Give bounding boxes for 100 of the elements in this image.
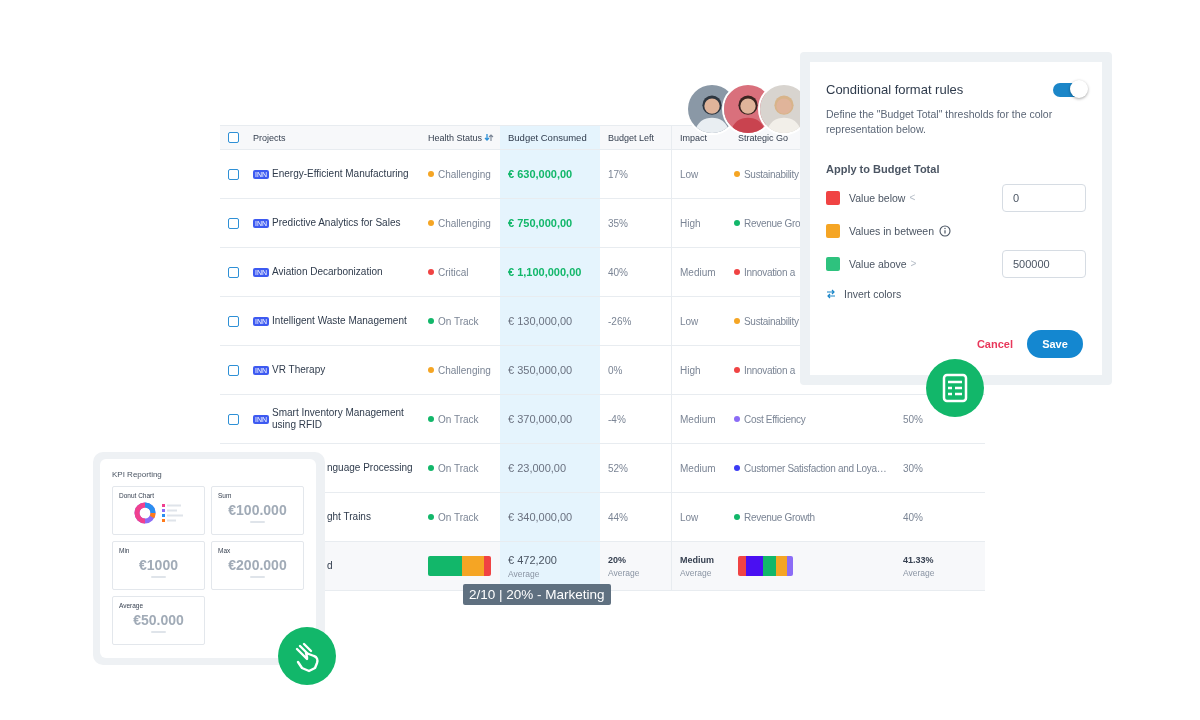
column-header[interactable]: Health Status bbox=[428, 132, 483, 143]
hand-pointer-icon[interactable] bbox=[278, 627, 336, 685]
color-swatch[interactable] bbox=[826, 190, 840, 205]
section-title: Apply to Budget Total bbox=[826, 163, 941, 175]
color-swatch[interactable] bbox=[826, 256, 840, 271]
summary-caption: Average bbox=[508, 568, 540, 579]
budget-left: -4% bbox=[608, 413, 626, 425]
donut-chart-icon bbox=[133, 502, 156, 524]
swap-icon[interactable] bbox=[826, 289, 836, 299]
status-text: On Track bbox=[438, 413, 479, 425]
checkbox[interactable] bbox=[228, 364, 239, 376]
legend-icon bbox=[161, 503, 184, 523]
impact-text: High bbox=[680, 364, 701, 376]
save-button[interactable]: Save bbox=[1027, 330, 1083, 358]
rule-label: Values in between bbox=[849, 224, 935, 237]
list-icon[interactable] bbox=[926, 359, 984, 417]
dialog-title: Conditional format rules bbox=[826, 82, 964, 97]
dialog-description: Define the "Budget Total" thresholds for the color representation below. bbox=[826, 107, 1054, 137]
goal-text: Innovation a bbox=[744, 364, 795, 376]
goal-text: Sustainability bbox=[744, 168, 799, 180]
goal-text: Sustainability bbox=[744, 315, 799, 327]
checkbox[interactable] bbox=[228, 266, 239, 278]
impact-text: Medium bbox=[680, 462, 716, 474]
operator-sign: < bbox=[909, 192, 916, 203]
project-name[interactable]: Energy-Efficient Manufacturing bbox=[272, 167, 409, 181]
project-name[interactable]: Predictive Analytics for Sales bbox=[272, 216, 401, 230]
table-cell: 50% bbox=[903, 413, 923, 425]
budget-consumed: € 130,000,00 bbox=[508, 315, 573, 327]
budget-consumed: € 23,000,00 bbox=[508, 462, 567, 474]
budget-left: 0% bbox=[608, 364, 623, 376]
checkbox[interactable] bbox=[228, 413, 239, 425]
budget-left: 52% bbox=[608, 462, 628, 474]
summary-caption: Average bbox=[903, 567, 935, 578]
budget-left: 17% bbox=[608, 168, 628, 180]
impact-text: Medium bbox=[680, 266, 716, 278]
column-header[interactable]: Strategic Go bbox=[738, 132, 789, 143]
budget-consumed: € 340,000,00 bbox=[508, 511, 573, 523]
status-text: Challenging bbox=[438, 217, 491, 229]
impact-text: Low bbox=[680, 511, 699, 523]
budget-left: 40% bbox=[608, 266, 628, 278]
goal-text: Customer Satisfaction and Loya… bbox=[744, 462, 887, 474]
rule-label: Value below bbox=[849, 191, 906, 204]
stacked-bar bbox=[428, 556, 491, 576]
checkbox[interactable] bbox=[228, 132, 239, 143]
info-icon[interactable] bbox=[939, 224, 952, 237]
cancel-button[interactable]: Cancel bbox=[976, 338, 1013, 350]
budget-consumed: € 750,000,00 bbox=[508, 217, 573, 229]
project-name[interactable]: Aviation Decarbonization bbox=[272, 265, 383, 279]
stacked-bar bbox=[738, 556, 793, 576]
goal-text: Revenue Growth bbox=[744, 511, 815, 523]
summary-value: 41.33% bbox=[903, 554, 934, 565]
summary-value: € 472,200 bbox=[508, 553, 557, 566]
summary-caption: Average bbox=[680, 567, 712, 578]
column-header[interactable]: Budget Left bbox=[608, 132, 655, 143]
checkbox[interactable] bbox=[228, 315, 239, 327]
table-cell: 40% bbox=[903, 511, 923, 523]
summary-label: d bbox=[327, 559, 333, 573]
goal-text: Innovation a bbox=[744, 266, 795, 278]
budget-consumed: € 630,000,00 bbox=[508, 168, 573, 180]
project-name[interactable]: Smart Inventory Management using RFID bbox=[272, 406, 413, 432]
invert-colors-link[interactable]: Invert colors bbox=[844, 288, 902, 300]
tile-value: €1000 bbox=[139, 557, 178, 573]
budget-consumed: € 1,100,000,00 bbox=[508, 266, 582, 278]
status-text: On Track bbox=[438, 462, 479, 474]
color-swatch[interactable] bbox=[826, 223, 840, 238]
impact-text: Low bbox=[680, 315, 699, 327]
column-header[interactable]: Projects bbox=[253, 132, 286, 143]
card-title: KPI Reporting bbox=[112, 470, 163, 479]
tile-value: €200.000 bbox=[228, 557, 287, 573]
project-name[interactable]: Intelligent Waste Management bbox=[272, 314, 407, 328]
summary-caption: Average bbox=[608, 567, 640, 578]
rule-label: Value above bbox=[849, 257, 907, 270]
table-cell: 30% bbox=[903, 462, 923, 474]
checkbox[interactable] bbox=[228, 217, 239, 229]
project-name[interactable]: nguage Processing bbox=[327, 461, 413, 475]
tile-value: €50.000 bbox=[133, 612, 184, 628]
impact-text: Low bbox=[680, 168, 699, 180]
goal-text: Cost Efficiency bbox=[744, 413, 806, 425]
impact-text: High bbox=[680, 217, 701, 229]
budget-consumed: € 350,000,00 bbox=[508, 364, 573, 376]
summary-value: 20% bbox=[608, 554, 626, 565]
summary-value: Medium bbox=[680, 554, 714, 565]
impact-text: Medium bbox=[680, 413, 716, 425]
threshold-field[interactable]: 500000 bbox=[1002, 249, 1086, 278]
status-text: On Track bbox=[438, 511, 479, 523]
column-header[interactable]: Impact bbox=[680, 132, 707, 143]
status-text: Challenging bbox=[438, 364, 491, 376]
sort-icon[interactable] bbox=[484, 133, 495, 142]
toggle-switch[interactable] bbox=[1053, 82, 1086, 97]
status-text: Critical bbox=[438, 266, 469, 278]
checkbox[interactable] bbox=[228, 168, 239, 180]
budget-left: 44% bbox=[608, 511, 628, 523]
budget-left: 35% bbox=[608, 217, 628, 229]
project-name[interactable]: VR Therapy bbox=[272, 363, 326, 377]
operator-sign: > bbox=[910, 258, 917, 269]
threshold-field[interactable]: 0 bbox=[1002, 183, 1086, 212]
status-text: On Track bbox=[438, 315, 479, 327]
budget-left: -26% bbox=[608, 315, 632, 327]
project-name[interactable]: ght Trains bbox=[327, 510, 371, 524]
budget-consumed: € 370,000,00 bbox=[508, 413, 573, 425]
